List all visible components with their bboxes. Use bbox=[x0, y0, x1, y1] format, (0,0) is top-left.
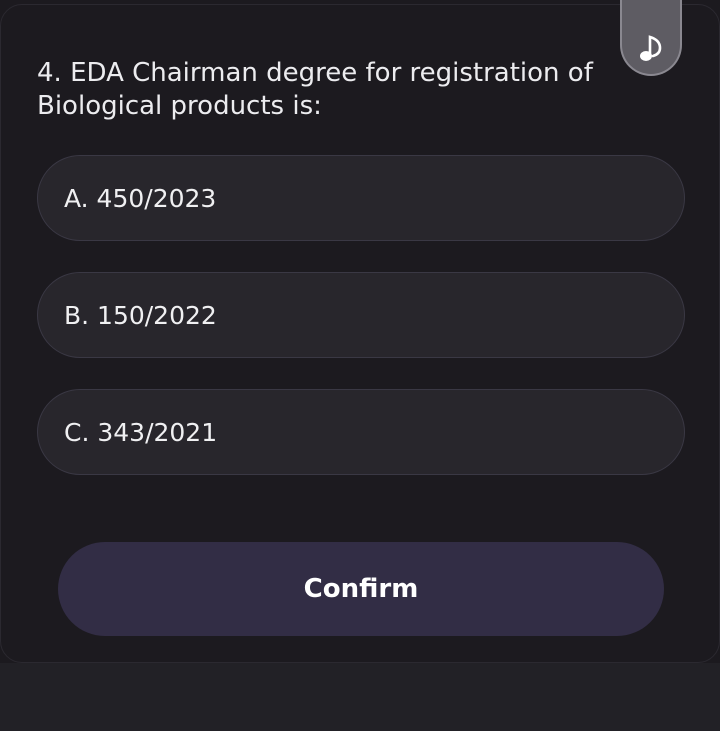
quiz-screen: 4. EDA Chairman degree for registration … bbox=[0, 0, 720, 731]
option-b-label: B. 150/2022 bbox=[64, 300, 217, 330]
confirm-label: Confirm bbox=[303, 574, 419, 604]
option-c[interactable]: C. 343/2021 bbox=[37, 389, 685, 475]
option-a-label: A. 450/2023 bbox=[64, 183, 217, 213]
music-note-icon bbox=[640, 35, 662, 61]
option-a[interactable]: A. 450/2023 bbox=[37, 155, 685, 241]
question-card: 4. EDA Chairman degree for registration … bbox=[0, 4, 720, 663]
question-text: 4. EDA Chairman degree for registration … bbox=[37, 58, 593, 121]
option-c-label: C. 343/2021 bbox=[64, 417, 218, 447]
option-b[interactable]: B. 150/2022 bbox=[37, 272, 685, 358]
music-toggle-button[interactable] bbox=[620, 0, 682, 76]
confirm-button[interactable]: Confirm bbox=[58, 542, 664, 636]
bottom-bar bbox=[0, 663, 720, 731]
